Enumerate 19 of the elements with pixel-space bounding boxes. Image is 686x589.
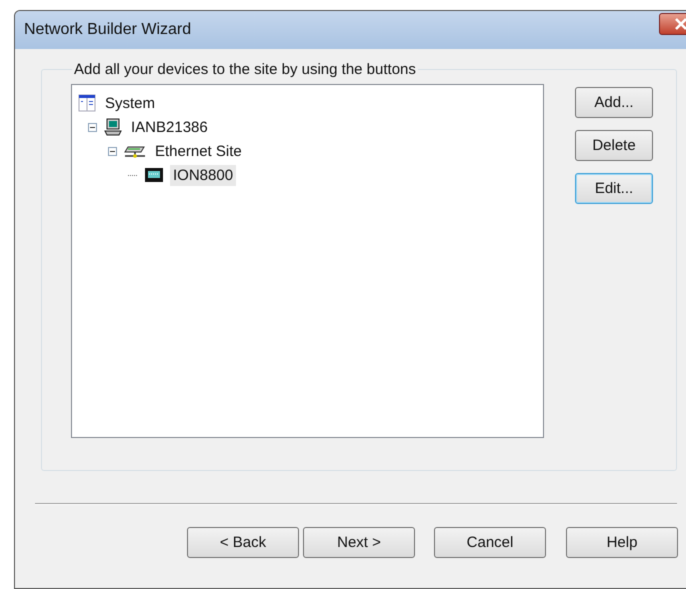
dialog-button[interactable]: Delete xyxy=(575,130,653,161)
collapse-icon[interactable] xyxy=(108,146,117,156)
dialog-button[interactable]: < Back xyxy=(187,527,299,558)
dialog-button[interactable]: Help xyxy=(566,527,678,558)
close-icon xyxy=(674,18,686,30)
tree-item[interactable]: System xyxy=(102,92,158,114)
dialog-button[interactable]: Edit... xyxy=(575,173,653,204)
computer-icon xyxy=(104,118,122,136)
window-title: Network Builder Wizard xyxy=(24,21,192,39)
collapse-icon[interactable] xyxy=(88,122,97,132)
meter-icon xyxy=(144,167,164,183)
window-icon xyxy=(78,94,96,112)
tree-item[interactable]: ION8800 xyxy=(170,164,236,186)
dialog-button[interactable]: Add... xyxy=(575,87,653,118)
dialog-button[interactable]: Cancel xyxy=(434,527,546,558)
group-label: Add all your devices to the site by using the buttons xyxy=(73,61,417,78)
tree-item[interactable]: Ethernet Site xyxy=(152,140,245,162)
dialog-button[interactable]: Next > xyxy=(303,527,415,558)
tree-item[interactable]: IANB21386 xyxy=(128,116,211,138)
